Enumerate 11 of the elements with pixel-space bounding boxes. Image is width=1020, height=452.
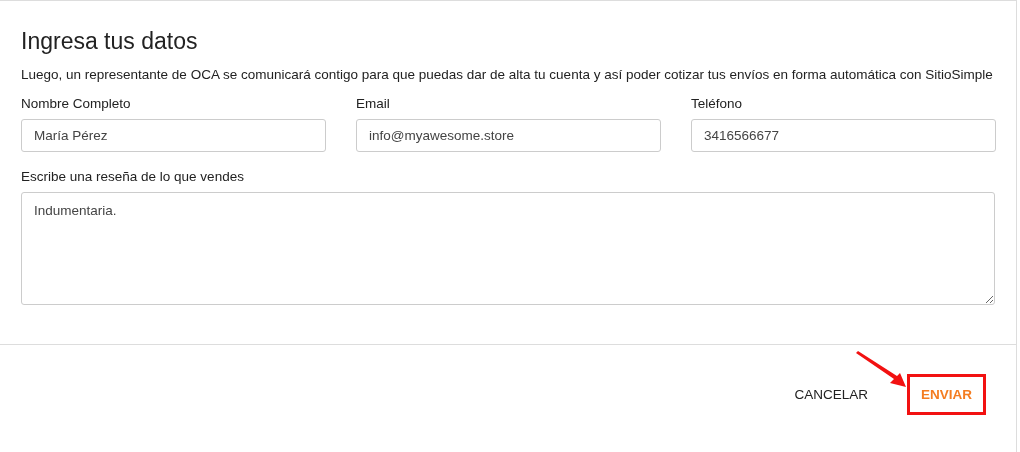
input-field[interactable]: info@myawesome.store — [356, 119, 661, 152]
field-label: Nombre Completo — [21, 95, 132, 113]
field-label: Teléfono — [691, 95, 744, 113]
input-field[interactable]: 3416566677 — [691, 119, 996, 152]
input-field[interactable]: María Pérez — [21, 119, 326, 152]
review-textarea[interactable]: Indumentaria. — [21, 192, 995, 305]
field-label: Email — [356, 95, 391, 113]
form-title: Ingresa tus datos — [21, 28, 199, 55]
cancel-button[interactable]: CANCELAR — [783, 377, 879, 412]
field-label: Escribe una reseña de lo que vendes — [21, 168, 245, 186]
form-description: Luego, un representante de OCA se comunicará contigo para que puedas dar de alta tu cuenta y así poder cotizar tus envíos en forma automática con SitioSimple — [21, 66, 994, 84]
